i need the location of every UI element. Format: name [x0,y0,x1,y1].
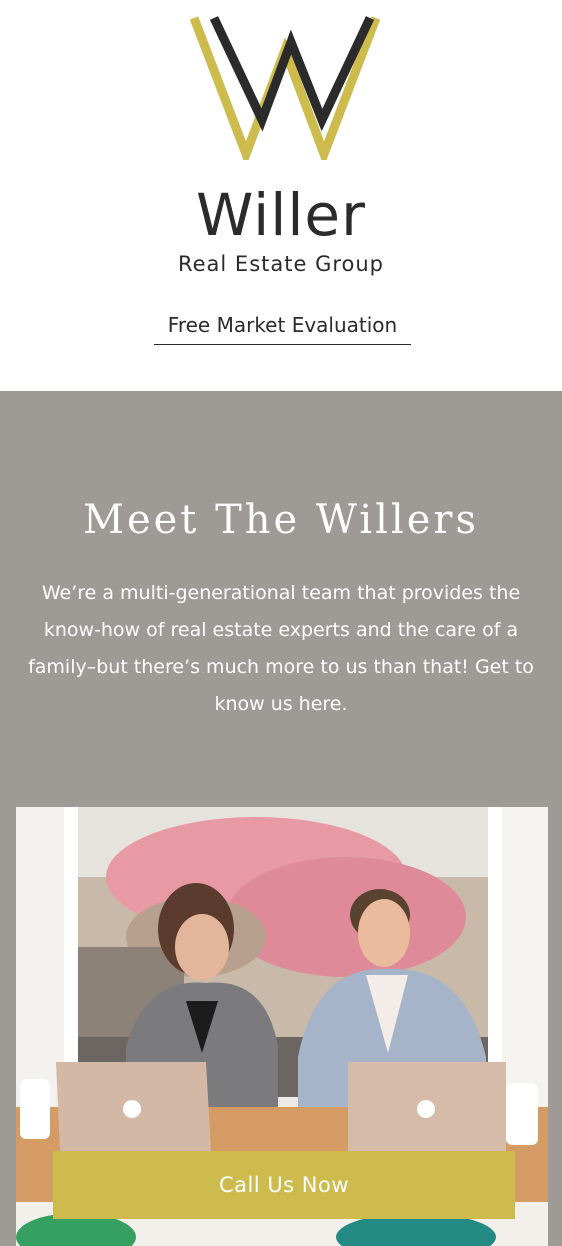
meet-section: Meet The Willers We’re a multi-generatio… [0,391,562,1246]
brand-name: Willer [196,181,366,249]
site-header: Willer Real Estate Group Free Market Eva… [0,0,562,391]
free-market-evaluation-link[interactable]: Free Market Evaluation [154,311,411,345]
section-title: Meet The Willers [82,497,480,543]
section-description: We’re a multi-generational team that pro… [28,582,534,715]
brand-subtitle: Real Estate Group [177,252,385,276]
call-us-now-button[interactable]: Call Us Now [53,1151,515,1219]
willer-logo-icon[interactable] [190,12,380,160]
